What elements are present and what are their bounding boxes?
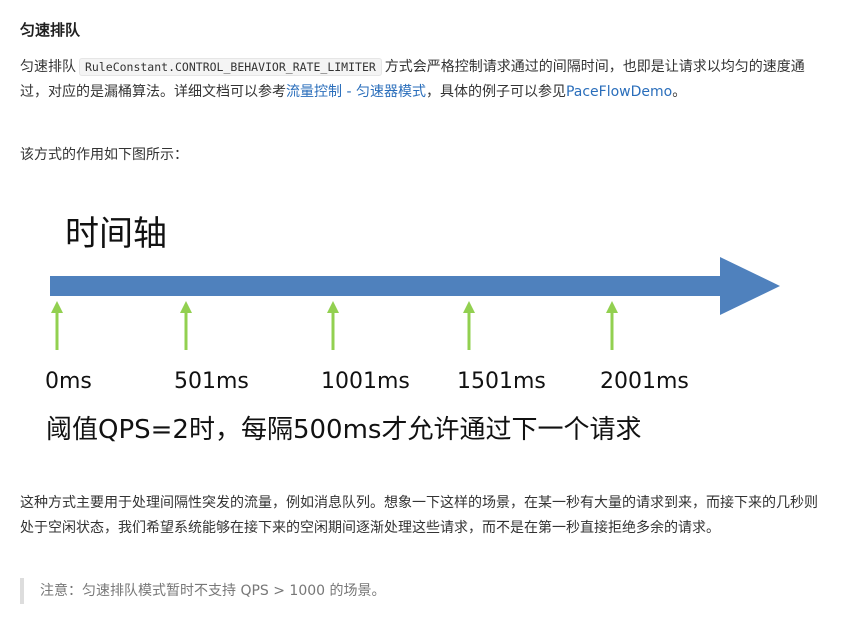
timeline-axis-arrowhead <box>720 257 780 315</box>
rate-limiter-doc-link[interactable]: 流量控制 - 匀速器模式 <box>286 84 426 100</box>
tick-label: 1501ms <box>457 369 546 394</box>
timeline-tick: 2001ms <box>600 301 689 394</box>
intro-text-4: 。 <box>672 84 687 100</box>
note-blockquote: 注意：匀速排队模式暂时不支持 QPS > 1000 的场景。 <box>20 578 800 604</box>
timeline-svg: 时间轴 0ms 501ms 1001ms 1501ms 2001ms 阈值QPS=2时，… <box>45 214 780 445</box>
intro-text-1: 匀速排队 <box>20 59 76 75</box>
intro-text-3: ，具体的例子可以参见 <box>425 84 566 100</box>
timeline-tick: 501ms <box>174 301 249 394</box>
intro-paragraph: 匀速排队 RuleConstant.CONTROL_BEHAVIOR_RATE_L… <box>20 55 820 105</box>
figure-intro-paragraph: 该方式的作用如下图所示： <box>20 147 188 163</box>
timeline-tick: 0ms <box>45 301 92 394</box>
tick-label: 501ms <box>174 369 249 394</box>
pace-flow-demo-link[interactable]: PaceFlowDemo <box>566 84 672 100</box>
section-heading: 匀速排队 <box>20 21 81 39</box>
tick-arrow-head <box>463 301 475 313</box>
timeline-tick: 1001ms <box>321 301 410 394</box>
usage-paragraph: 这种方式主要用于处理间隔性突发的流量，例如消息队列。想象一下这样的场景，在某一秒… <box>20 495 818 536</box>
document-page: 匀速排队 匀速排队 RuleConstant.CONTROL_BEHAVIOR_R… <box>0 0 847 626</box>
inline-code: RuleConstant.CONTROL_BEHAVIOR_RATE_LIMIT… <box>79 58 382 76</box>
tick-arrow-head <box>180 301 192 313</box>
tick-label: 1001ms <box>321 369 410 394</box>
timeline-caption: 阈值QPS=2时，每隔500ms才允许通过下一个请求 <box>46 415 641 445</box>
timeline-figure: 时间轴 0ms 501ms 1001ms 1501ms 2001ms 阈值QPS=2时，… <box>40 195 800 465</box>
timeline-ticks: 0ms 501ms 1001ms 1501ms 2001ms <box>45 301 689 394</box>
tick-arrow-head <box>51 301 63 313</box>
tick-label: 2001ms <box>600 369 689 394</box>
tick-label: 0ms <box>45 369 92 394</box>
tick-arrow-head <box>327 301 339 313</box>
timeline-title: 时间轴 <box>65 214 167 254</box>
timeline-axis-bar <box>50 276 722 296</box>
timeline-tick: 1501ms <box>457 301 546 394</box>
tick-arrow-head <box>606 301 618 313</box>
